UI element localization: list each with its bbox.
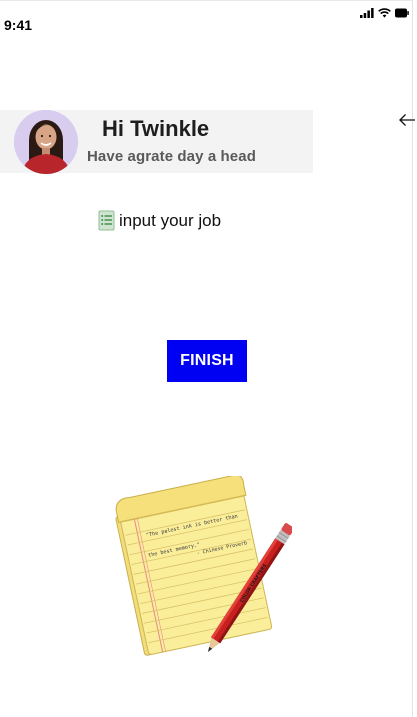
battery-icon — [395, 8, 409, 18]
back-button[interactable] — [397, 108, 417, 132]
status-time: 9:41 — [4, 17, 33, 33]
greeting-subtitle: Have agrate day a head — [87, 148, 256, 165]
signal-icon — [360, 8, 374, 18]
greeting-title: Hi Twinkle — [102, 116, 210, 141]
finish-button[interactable]: FINISH — [167, 340, 247, 382]
job-input-label: input your job — [119, 210, 222, 230]
arrow-left-icon — [399, 114, 415, 126]
status-icons — [360, 8, 409, 18]
wifi-icon — [378, 8, 391, 18]
notepad-icon — [98, 210, 115, 231]
avatar — [14, 110, 78, 174]
greeting-card: Hi Twinkle Have agrate day a head — [0, 110, 313, 174]
status-bar: 9:41 — [0, 0, 417, 40]
notepad-pencil-illustration: "The palest ink is better than the best … — [112, 474, 295, 660]
job-input-row[interactable]: input your job — [98, 210, 221, 231]
